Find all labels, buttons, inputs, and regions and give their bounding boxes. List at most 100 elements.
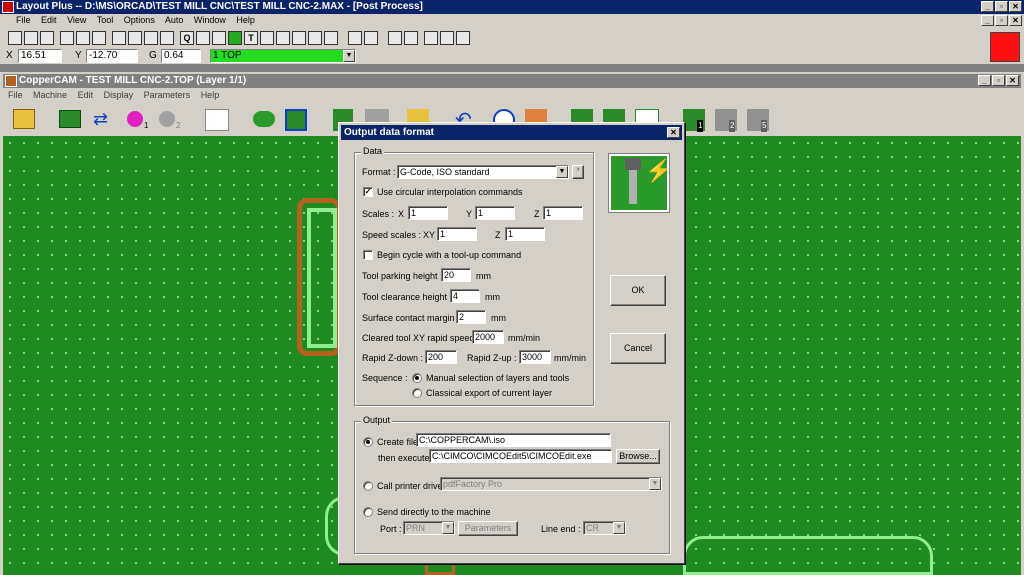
parking-height-unit: mm — [476, 271, 491, 281]
zoom-in-icon[interactable] — [128, 31, 142, 45]
color-icon[interactable] — [292, 31, 306, 45]
create-file-input[interactable]: C:\COPPERCAM\.iso — [416, 433, 611, 447]
contour-icon[interactable] — [205, 109, 229, 131]
begin-cycle-checkbox[interactable] — [363, 250, 373, 260]
create-file-radio[interactable] — [363, 437, 373, 447]
restore-button[interactable]: ▫ — [995, 1, 1008, 12]
pad-icon[interactable] — [212, 31, 226, 45]
surface-margin-input[interactable]: 2 — [456, 310, 486, 324]
parking-height-input[interactable]: 20 — [441, 268, 471, 282]
post-icon[interactable] — [324, 31, 338, 45]
menu-view[interactable]: View — [67, 15, 86, 25]
layer-select[interactable]: 1 TOP ▼ — [210, 49, 356, 63]
component-icon[interactable] — [196, 31, 210, 45]
chevron-down-icon[interactable]: ▼ — [442, 522, 454, 534]
printer-driver-select[interactable]: pdfFactory Pro ▼ — [440, 477, 662, 491]
menu-auto[interactable]: Auto — [165, 15, 184, 25]
shove-icon[interactable] — [364, 31, 378, 45]
text-icon[interactable]: T — [244, 31, 258, 45]
add-segment-icon[interactable] — [404, 31, 418, 45]
scale-y-input[interactable]: 1 — [475, 206, 515, 220]
print-icon[interactable] — [40, 31, 54, 45]
route-icon[interactable] — [348, 31, 362, 45]
swap-arrows-icon[interactable]: ⇄ — [93, 110, 117, 128]
grid-icon[interactable] — [112, 31, 126, 45]
send-machine-radio[interactable] — [363, 507, 373, 517]
ok-button[interactable]: OK — [610, 275, 666, 306]
save-icon[interactable] — [24, 31, 38, 45]
clearance-height-input[interactable]: 4 — [450, 289, 480, 303]
close-button[interactable]: ✕ — [1009, 1, 1022, 12]
drill-icon[interactable] — [127, 111, 143, 127]
speed-xy-input[interactable]: 1 — [437, 227, 477, 241]
rapid-z-up-label: Rapid Z-up : — [467, 353, 517, 363]
menu-help[interactable]: Help — [236, 15, 255, 25]
edit-segment-icon[interactable] — [388, 31, 402, 45]
scale-x-input[interactable]: 1 — [408, 206, 448, 220]
sequence-classical-radio[interactable] — [412, 388, 422, 398]
cc-close-button[interactable]: ✕ — [1006, 75, 1019, 86]
zoom-all-icon[interactable] — [160, 31, 174, 45]
child-minimize-button[interactable]: _ — [981, 15, 994, 26]
board-icon[interactable] — [59, 110, 81, 128]
drill-2-icon[interactable] — [159, 111, 175, 127]
parameters-button[interactable]: Parameters — [458, 521, 518, 536]
format-label: Format : — [362, 167, 396, 177]
dialog-close-button[interactable]: ✕ — [667, 127, 680, 138]
hatch-icon[interactable] — [285, 109, 307, 131]
scale-z-input[interactable]: 1 — [543, 206, 583, 220]
browse-button[interactable]: Browse... — [616, 449, 660, 464]
cut-icon[interactable] — [60, 31, 74, 45]
menu-edit[interactable]: Edit — [41, 15, 57, 25]
zoom-out-icon[interactable] — [144, 31, 158, 45]
cc-restore-button[interactable]: ▫ — [992, 75, 1005, 86]
format-next-button[interactable]: › — [572, 165, 584, 179]
query-icon[interactable]: Q — [180, 31, 194, 45]
grid-value: 0.64 — [161, 49, 201, 63]
child-close-button[interactable]: ✕ — [1009, 15, 1022, 26]
chevron-down-icon[interactable]: ▼ — [613, 522, 625, 534]
table-icon[interactable] — [308, 31, 322, 45]
cc-menu-help[interactable]: Help — [201, 90, 220, 100]
cc-menu-edit[interactable]: Edit — [78, 90, 94, 100]
cc-minimize-button[interactable]: _ — [978, 75, 991, 86]
auto-icon[interactable] — [440, 31, 454, 45]
find-icon[interactable] — [76, 31, 90, 45]
menu-file[interactable]: File — [16, 15, 31, 25]
line-end-select[interactable]: CR ▼ — [583, 521, 626, 535]
drc-icon[interactable] — [424, 31, 438, 45]
cc-menu-display[interactable]: Display — [104, 90, 134, 100]
g-label: G — [149, 50, 157, 61]
chevron-down-icon[interactable]: ▼ — [649, 478, 661, 490]
sequence-manual-radio[interactable] — [412, 373, 422, 383]
then-execute-input[interactable]: C:\CIMCO\CIMCOEdit5\CIMCOEdit.exe — [429, 449, 612, 463]
port-select[interactable]: PRN ▼ — [403, 521, 455, 535]
minimize-button[interactable]: _ — [981, 1, 994, 12]
format-select[interactable]: G-Code, ISO standard ▼ — [397, 165, 569, 179]
open-folder-icon[interactable] — [13, 109, 35, 129]
rapid-z-up-input[interactable]: 3000 — [519, 350, 551, 364]
menu-tool[interactable]: Tool — [97, 15, 114, 25]
error-icon[interactable] — [276, 31, 290, 45]
cc-menu-parameters[interactable]: Parameters — [144, 90, 191, 100]
edit-icon[interactable] — [92, 31, 106, 45]
rapid-z-down-input[interactable]: 200 — [425, 350, 457, 364]
menu-window[interactable]: Window — [194, 15, 226, 25]
child-restore-button[interactable]: ▫ — [995, 15, 1008, 26]
cancel-button[interactable]: Cancel — [610, 333, 666, 364]
cc-menu-file[interactable]: File — [8, 90, 23, 100]
open-icon[interactable] — [8, 31, 22, 45]
cc-menu-machine[interactable]: Machine — [33, 90, 67, 100]
circular-interpolation-checkbox[interactable]: ✓ — [363, 187, 373, 197]
line-end-label: Line end : — [541, 524, 581, 534]
cleared-speed-input[interactable]: 2000 — [472, 330, 504, 344]
obstacle-icon[interactable] — [228, 31, 242, 45]
connection-icon[interactable] — [260, 31, 274, 45]
chevron-down-icon[interactable]: ▼ — [556, 166, 568, 178]
speed-z-input[interactable]: 1 — [505, 227, 545, 241]
chevron-down-icon[interactable]: ▼ — [343, 50, 355, 62]
reconnect-icon[interactable] — [456, 31, 470, 45]
printer-driver-radio[interactable] — [363, 481, 373, 491]
menu-options[interactable]: Options — [124, 15, 155, 25]
pad-tool-icon[interactable] — [253, 111, 275, 127]
